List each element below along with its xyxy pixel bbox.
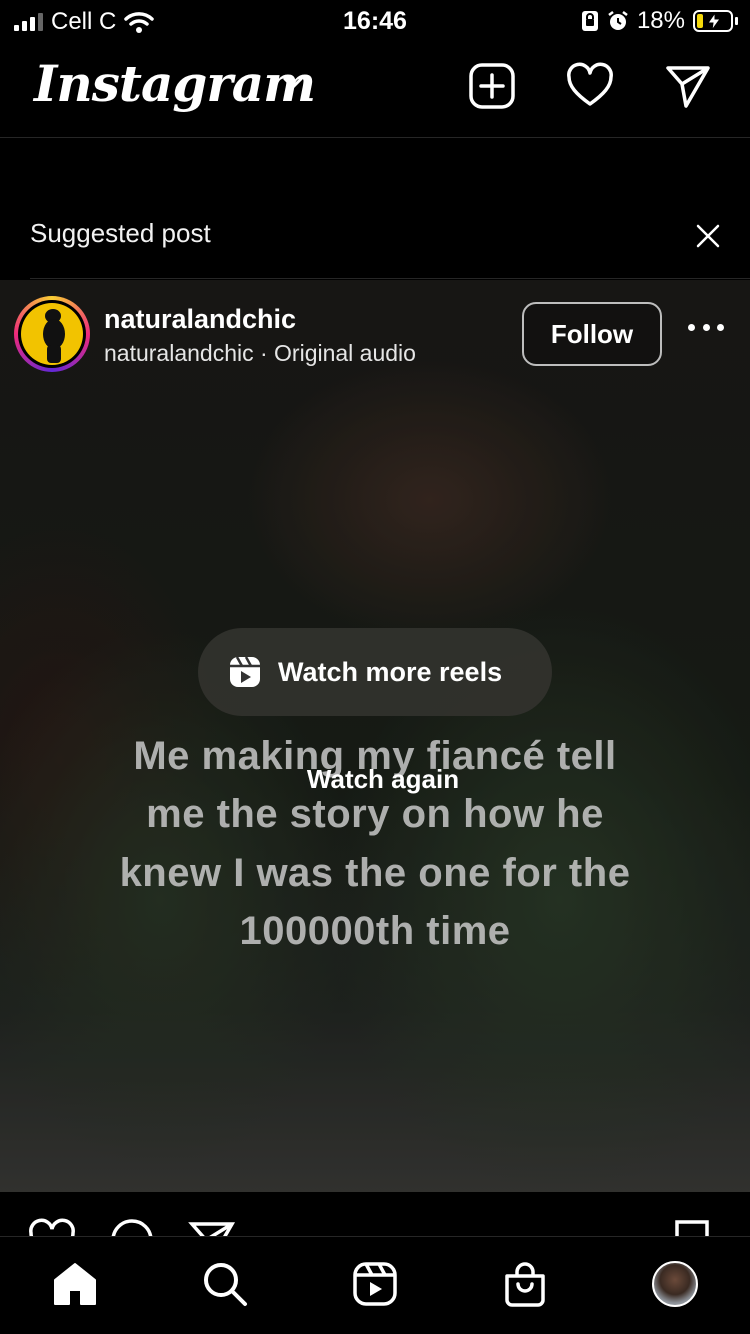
share-icon[interactable] xyxy=(188,1218,236,1236)
send-icon[interactable] xyxy=(664,62,712,110)
caption-line: me the story on how he xyxy=(146,792,604,836)
divider xyxy=(30,278,750,279)
instagram-logo[interactable]: Instagram xyxy=(34,54,316,113)
post-username[interactable]: naturalandchic xyxy=(104,304,296,335)
post-audio-line[interactable]: naturalandchic · Original audio xyxy=(104,340,416,367)
alarm-icon xyxy=(608,11,628,30)
profile-avatar[interactable] xyxy=(650,1259,700,1309)
close-icon[interactable] xyxy=(694,222,722,250)
caption-line: 100000th time xyxy=(239,909,511,953)
watch-more-reels-label: Watch more reels xyxy=(278,656,503,687)
avatar[interactable] xyxy=(14,296,90,372)
reels-icon xyxy=(230,656,260,687)
battery-charging-icon xyxy=(693,10,738,32)
heart-icon[interactable] xyxy=(566,62,614,110)
comment-icon[interactable] xyxy=(108,1218,156,1236)
save-icon[interactable] xyxy=(672,1218,712,1236)
status-right: 18% xyxy=(581,7,738,35)
follow-button[interactable]: Follow xyxy=(522,302,662,366)
watch-more-reels-button[interactable]: Watch more reels xyxy=(198,628,552,716)
status-bar: Cell C 16:46 18% xyxy=(0,0,750,42)
search-icon[interactable] xyxy=(200,1259,250,1309)
reels-icon[interactable] xyxy=(350,1259,400,1309)
chevron-down-icon[interactable] xyxy=(282,76,304,90)
post-actions xyxy=(0,1192,750,1236)
orientation-lock-icon xyxy=(581,11,598,31)
shop-icon[interactable] xyxy=(500,1259,550,1309)
suggested-post-label: Suggested post xyxy=(30,218,211,248)
like-icon[interactable] xyxy=(28,1218,76,1236)
battery-percent: 18% xyxy=(636,7,685,34)
post-header: naturalandchic naturalandchic · Original… xyxy=(0,280,750,380)
create-post-icon[interactable] xyxy=(468,62,516,110)
watch-again-button[interactable]: Watch again xyxy=(0,764,750,795)
bottom-nav xyxy=(0,1236,750,1334)
caption-line: knew I was the one for the xyxy=(119,851,631,895)
app-header: Instagram xyxy=(0,42,750,138)
more-icon[interactable] xyxy=(688,324,724,336)
home-icon[interactable] xyxy=(50,1259,100,1309)
